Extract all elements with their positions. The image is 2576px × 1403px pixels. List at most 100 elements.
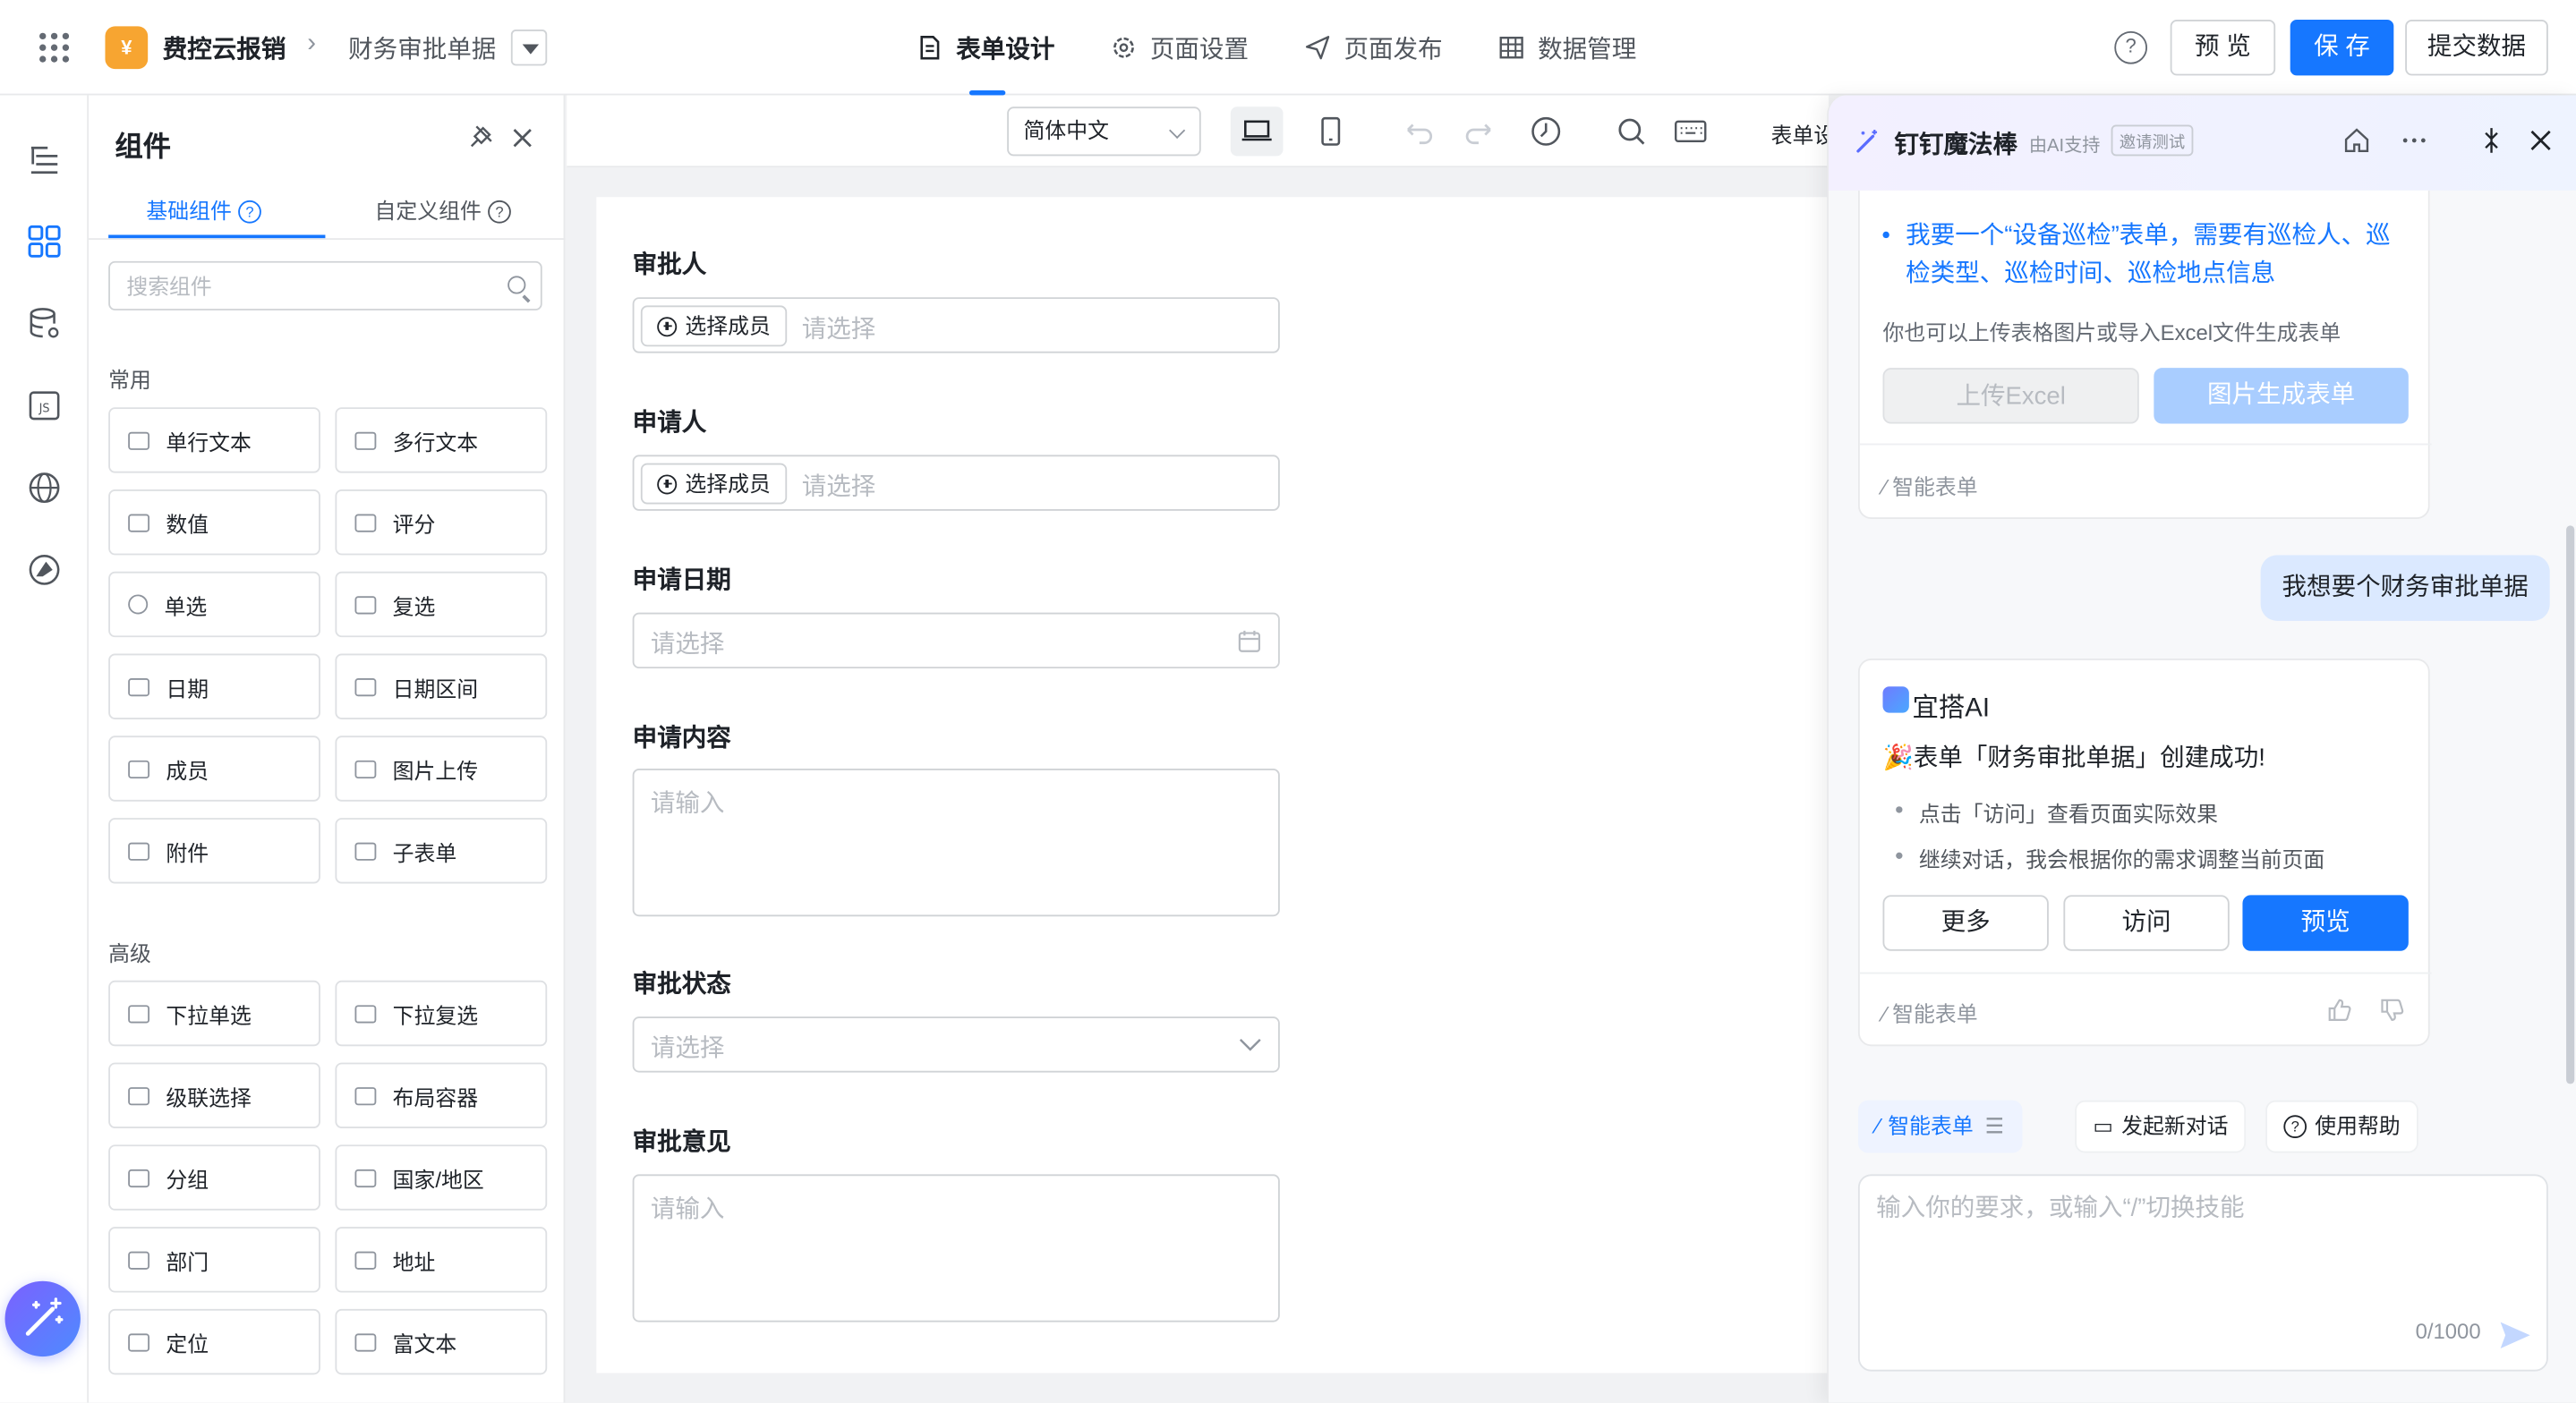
apply-date-field[interactable]: 请选择	[632, 612, 1280, 669]
close-icon[interactable]	[2527, 126, 2555, 154]
search-icon[interactable]	[508, 276, 526, 294]
desktop-view-button[interactable]	[1230, 106, 1284, 157]
redo-button[interactable]	[1454, 106, 1506, 156]
plugin-icon[interactable]	[26, 552, 62, 588]
history-button[interactable]	[1520, 106, 1573, 156]
component-item[interactable]: 定位	[108, 1308, 320, 1375]
component-item[interactable]: 级联选择	[108, 1062, 320, 1128]
mobile-view-button[interactable]	[1304, 106, 1357, 156]
select-member-button[interactable]: 选择成员	[640, 305, 788, 347]
tab-data-management-label: 数据管理	[1538, 35, 1637, 64]
component-label: 国家/地区	[392, 1167, 484, 1192]
component-item[interactable]: 富文本	[335, 1308, 548, 1375]
magic-wand-fab-icon[interactable]	[4, 1280, 81, 1357]
component-item[interactable]: 数值	[108, 489, 320, 556]
applicant-field[interactable]: 选择成员 请选择	[632, 455, 1280, 511]
more-button[interactable]: 更多	[1882, 895, 2049, 951]
components-grid-icon[interactable]	[26, 224, 62, 259]
js-code-icon[interactable]: JS	[26, 387, 62, 423]
tab-basic-components[interactable]: 基础组件?	[146, 194, 261, 225]
component-type-icon	[128, 430, 150, 450]
panel-scrollbar[interactable]	[2566, 525, 2575, 1084]
tab-page-settings[interactable]: 页面设置	[1111, 0, 1249, 95]
toolbar-form-label[interactable]: 表单设	[1771, 118, 1836, 149]
ai-panel-title: 钉钉魔法棒	[1894, 131, 2018, 160]
component-item[interactable]: 日期区间	[335, 653, 548, 719]
component-label: 数值	[166, 511, 209, 537]
component-item[interactable]: 成员	[108, 736, 320, 802]
component-item[interactable]: 国家/地区	[335, 1144, 548, 1211]
component-item[interactable]: 下拉复选	[335, 980, 548, 1047]
component-item[interactable]: 附件	[108, 818, 320, 884]
component-item[interactable]: 部门	[108, 1227, 320, 1293]
field-label-approval-opinion: 审批意见	[632, 1127, 731, 1157]
chip-help[interactable]: ? 使用帮助	[2265, 1100, 2418, 1153]
thumbs-up-icon[interactable]	[2326, 997, 2352, 1023]
tab-form-design[interactable]: 表单设计	[917, 0, 1054, 96]
component-item[interactable]: 复选	[335, 571, 548, 638]
breadcrumb-page[interactable]: 财务审批单据	[348, 31, 496, 66]
panel-title: 组件	[115, 131, 171, 163]
select-member-button[interactable]: 选择成员	[640, 463, 788, 505]
component-item[interactable]: 图片上传	[335, 736, 548, 802]
top-bar: ¥ 费控云报销 › 财务审批单据 表单设计 页面设置 页面发布 数据管理 ? 预…	[0, 0, 2576, 96]
preview-button[interactable]: 预 览	[2170, 20, 2276, 76]
search-canvas-button[interactable]	[1605, 106, 1658, 156]
pin-icon[interactable]	[470, 124, 493, 148]
language-select[interactable]: 简体中文	[1007, 106, 1201, 157]
search-input[interactable]	[126, 262, 489, 310]
save-button[interactable]: 保 存	[2290, 20, 2394, 76]
outline-tree-icon[interactable]	[26, 141, 62, 177]
left-rail: JS <>	[0, 95, 90, 1403]
home-icon[interactable]	[2342, 126, 2370, 154]
plus-circle-icon	[657, 316, 678, 336]
app-name[interactable]: 费控云报销	[163, 31, 286, 66]
submit-data-button[interactable]: 提交数据	[2405, 20, 2548, 76]
tab-page-publish[interactable]: 页面发布	[1304, 0, 1443, 95]
apply-content-textarea[interactable]: 请输入	[632, 769, 1280, 917]
app-grid-icon[interactable]	[39, 32, 70, 63]
tab-custom-components[interactable]: 自定义组件?	[374, 194, 511, 225]
tab-data-management[interactable]: 数据管理	[1498, 0, 1636, 95]
search-box	[108, 260, 542, 310]
invite-test-badge: 邀请测试	[2111, 124, 2194, 157]
approval-opinion-textarea[interactable]: 请输入	[632, 1174, 1280, 1322]
keyboard-shortcuts-button[interactable]	[1664, 106, 1717, 156]
component-item[interactable]: 单行文本	[108, 407, 320, 473]
close-icon[interactable]	[509, 124, 535, 150]
component-item[interactable]: 单选	[108, 571, 320, 638]
component-item[interactable]: 地址	[335, 1227, 548, 1293]
ai-prompt-input[interactable]	[1876, 1188, 2517, 1305]
preview-button[interactable]: 预览	[2242, 895, 2409, 951]
component-item[interactable]: 多行文本	[335, 407, 548, 473]
approver-field[interactable]: 选择成员 请选择	[632, 297, 1280, 353]
globe-icon[interactable]	[26, 470, 62, 506]
component-item[interactable]: 分组	[108, 1144, 320, 1211]
component-item[interactable]: 布局容器	[335, 1062, 548, 1128]
visit-button[interactable]: 访问	[2063, 895, 2230, 951]
chip-new-conversation-label: 发起新对话	[2121, 1113, 2229, 1139]
document-icon	[920, 36, 940, 60]
component-item[interactable]: 评分	[335, 489, 548, 556]
component-type-icon	[354, 841, 377, 860]
page-dropdown-button[interactable]	[510, 30, 548, 66]
collapse-icon[interactable]	[2478, 126, 2505, 154]
chip-new-conversation[interactable]: ▭ 发起新对话	[2075, 1100, 2247, 1153]
component-label: 附件	[166, 839, 209, 865]
suggestion-link[interactable]: 我要一个“设备巡检”表单，需要有巡检人、巡检类型、巡检时间、巡检地点信息	[1882, 217, 2408, 292]
undo-button[interactable]	[1392, 106, 1445, 156]
approval-status-select[interactable]: 请选择	[632, 1016, 1280, 1073]
upload-excel-button[interactable]: 上传Excel	[1882, 368, 2139, 424]
send-icon[interactable]	[2499, 1321, 2532, 1350]
image-to-form-button[interactable]: 图片生成表单	[2154, 368, 2409, 424]
help-icon[interactable]: ?	[2114, 30, 2147, 64]
chip-smart-form[interactable]: ⁄ 智能表单 ☰	[1857, 1100, 2023, 1153]
more-icon[interactable]	[2401, 126, 2428, 154]
component-item[interactable]: 日期	[108, 653, 320, 719]
database-settings-icon[interactable]	[26, 305, 62, 341]
component-label: 多行文本	[392, 429, 479, 455]
component-type-icon	[128, 841, 150, 860]
component-item[interactable]: 子表单	[335, 818, 548, 884]
thumbs-down-icon[interactable]	[2379, 997, 2405, 1023]
component-item[interactable]: 下拉单选	[108, 980, 320, 1047]
